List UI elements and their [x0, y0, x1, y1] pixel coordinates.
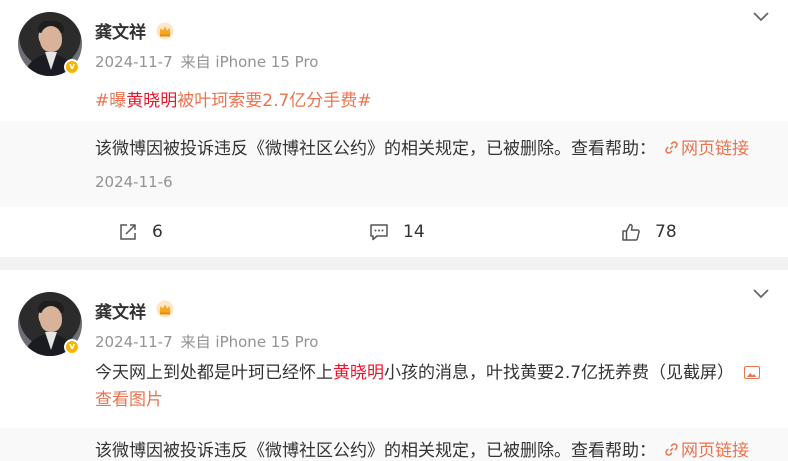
repost-box: 该微博因被投诉违反《微博社区公约》的相关规定，已被删除。查看帮助： 网页链接 20… — [0, 121, 788, 207]
comment-button[interactable]: 14 — [369, 220, 425, 244]
deleted-notice: 该微博因被投诉违反《微博社区公约》的相关规定，已被删除。查看帮助： 网页链接 — [95, 441, 749, 461]
post-date: 2024-11-7 — [95, 333, 173, 351]
deleted-notice: 该微博因被投诉违反《微博社区公约》的相关规定，已被删除。查看帮助： 网页链接 — [95, 139, 749, 159]
web-link[interactable]: 网页链接 — [656, 139, 749, 159]
feed-separator — [0, 257, 788, 270]
verified-badge-icon: v — [64, 59, 80, 75]
post-text: 今天网上到处都是叶珂已经怀上黄晓明小孩的消息，叶找黄要2.7亿抚养费（见截屏）查… — [95, 360, 765, 414]
crown-icon — [156, 22, 174, 40]
post-source: 来自 iPhone 15 Pro — [180, 333, 319, 351]
like-count: 78 — [655, 222, 677, 242]
author-name[interactable]: 龚文祥 — [95, 18, 146, 43]
verified-badge-icon: v — [64, 339, 80, 355]
post-card: v 龚文祥 2024-11-7 来自 iPhone 15 Pro #曝黄晓明被叶珂… — [0, 0, 788, 257]
picture-icon — [744, 366, 761, 379]
like-icon — [622, 223, 640, 241]
chevron-down-icon[interactable] — [752, 287, 770, 299]
like-button[interactable]: 78 — [621, 220, 677, 244]
topic-hashtag[interactable]: #曝黄晓明被叶珂索要2.7亿分手费# — [95, 86, 372, 111]
share-count: 6 — [152, 222, 163, 242]
author-name[interactable]: 龚文祥 — [95, 298, 146, 323]
comment-count: 14 — [403, 222, 425, 242]
highlight-keyword[interactable]: 黄晓明 — [333, 363, 384, 383]
post-card: v 龚文祥 2024-11-7 来自 iPhone 15 Pro 今天网上到处都是… — [0, 270, 788, 461]
post-date: 2024-11-7 — [95, 53, 173, 71]
crown-icon — [156, 300, 174, 318]
web-link[interactable]: 网页链接 — [656, 441, 749, 461]
chevron-down-icon[interactable] — [752, 10, 770, 22]
repost-date: 2024-11-6 — [95, 173, 173, 191]
link-icon — [665, 141, 678, 154]
comment-icon — [370, 224, 388, 241]
link-icon — [665, 443, 678, 456]
repost-box: 该微博因被投诉违反《微博社区公约》的相关规定，已被删除。查看帮助： 网页链接 — [0, 428, 788, 461]
post-meta: 2024-11-7 来自 iPhone 15 Pro — [95, 51, 318, 72]
post-meta: 2024-11-7 来自 iPhone 15 Pro — [95, 331, 318, 352]
action-bar: 6 14 78 — [0, 207, 788, 257]
post-source: 来自 iPhone 15 Pro — [180, 53, 319, 71]
share-icon — [120, 224, 136, 240]
share-button[interactable]: 6 — [118, 220, 163, 244]
